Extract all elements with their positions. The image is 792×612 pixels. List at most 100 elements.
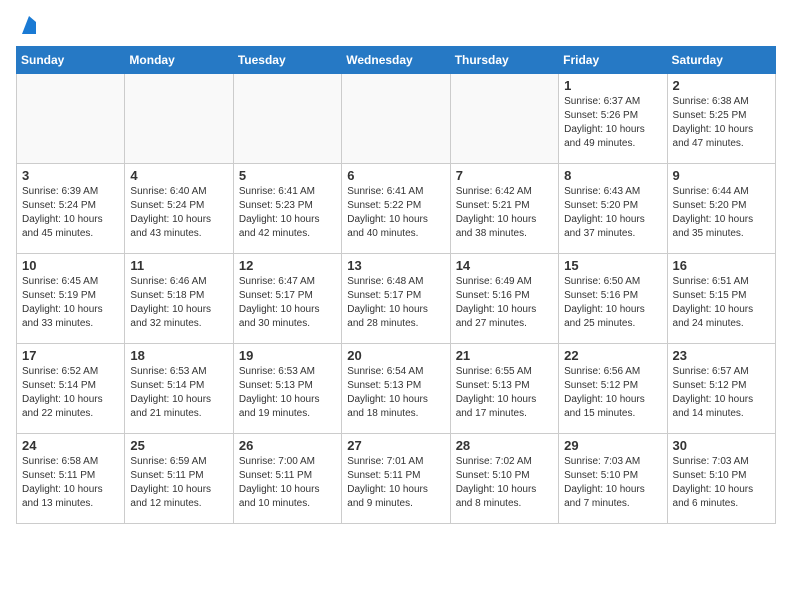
day-info: Sunrise: 6:50 AM Sunset: 5:16 PM Dayligh…	[564, 275, 661, 331]
calendar-cell: 22Sunrise: 6:56 AM Sunset: 5:12 PM Dayli…	[559, 344, 667, 434]
calendar-week-2: 3 Sunrise: 6:39 AM Sunset: 5:24 PM Daylig…	[17, 164, 776, 254]
day-info: Sunrise: 6:47 AM Sunset: 5:17 PM Dayligh…	[239, 275, 336, 331]
logo	[16, 16, 40, 36]
calendar-cell: 10 Sunrise: 6:45 AM Sunset: 5:19 PM Dayli…	[17, 254, 125, 344]
day-info: Sunrise: 7:00 AM Sunset: 5:11 PM Dayligh…	[239, 455, 336, 511]
calendar-cell: 18 Sunrise: 6:53 AM Sunset: 5:14 PM Dayli…	[125, 344, 233, 434]
day-info: Sunrise: 6:53 AM Sunset: 5:14 PM Dayligh…	[130, 365, 227, 421]
day-number: 23	[673, 348, 770, 363]
day-number: 5	[239, 168, 336, 183]
calendar-cell: 13 Sunrise: 6:48 AM Sunset: 5:17 PM Dayli…	[342, 254, 450, 344]
day-number: 26	[239, 438, 336, 453]
day-number: 22	[564, 348, 661, 363]
calendar-cell: 8 Sunrise: 6:43 AM Sunset: 5:20 PM Daylig…	[559, 164, 667, 254]
day-info: Sunrise: 6:39 AM Sunset: 5:24 PM Dayligh…	[22, 185, 119, 241]
calendar-cell: 9Sunrise: 6:44 AM Sunset: 5:20 PM Daylig…	[667, 164, 775, 254]
col-header-saturday: Saturday	[667, 47, 775, 74]
calendar-cell	[342, 74, 450, 164]
day-number: 18	[130, 348, 227, 363]
day-info: Sunrise: 6:40 AM Sunset: 5:24 PM Dayligh…	[130, 185, 227, 241]
calendar-cell: 14 Sunrise: 6:49 AM Sunset: 5:16 PM Dayli…	[450, 254, 558, 344]
day-number: 14	[456, 258, 553, 273]
calendar-cell	[233, 74, 341, 164]
calendar-cell: 21 Sunrise: 6:55 AM Sunset: 5:13 PM Dayli…	[450, 344, 558, 434]
calendar-cell: 15 Sunrise: 6:50 AM Sunset: 5:16 PM Dayli…	[559, 254, 667, 344]
calendar-cell: 20 Sunrise: 6:54 AM Sunset: 5:13 PM Dayli…	[342, 344, 450, 434]
calendar-cell	[125, 74, 233, 164]
calendar-cell: 25 Sunrise: 6:59 AM Sunset: 5:11 PM Dayli…	[125, 434, 233, 524]
day-info: Sunrise: 6:55 AM Sunset: 5:13 PM Dayligh…	[456, 365, 553, 421]
day-info: Sunrise: 6:57 AM Sunset: 5:12 PM Dayligh…	[673, 365, 770, 421]
col-header-wednesday: Wednesday	[342, 47, 450, 74]
day-info: Sunrise: 6:41 AM Sunset: 5:23 PM Dayligh…	[239, 185, 336, 241]
day-number: 30	[673, 438, 770, 453]
day-info: Sunrise: 6:43 AM Sunset: 5:20 PM Dayligh…	[564, 185, 661, 241]
day-number: 6	[347, 168, 444, 183]
calendar-cell: 26 Sunrise: 7:00 AM Sunset: 5:11 PM Dayli…	[233, 434, 341, 524]
day-info: Sunrise: 6:48 AM Sunset: 5:17 PM Dayligh…	[347, 275, 444, 331]
day-info: Sunrise: 7:03 AM Sunset: 5:10 PM Dayligh…	[673, 455, 770, 511]
calendar-cell	[450, 74, 558, 164]
day-number: 25	[130, 438, 227, 453]
calendar-cell: 2Sunrise: 6:38 AM Sunset: 5:25 PM Daylig…	[667, 74, 775, 164]
day-number: 27	[347, 438, 444, 453]
calendar-week-5: 24 Sunrise: 6:58 AM Sunset: 5:11 PM Dayli…	[17, 434, 776, 524]
day-number: 2	[673, 78, 770, 93]
header	[16, 16, 776, 36]
day-number: 29	[564, 438, 661, 453]
day-number: 20	[347, 348, 444, 363]
calendar-table: SundayMondayTuesdayWednesdayThursdayFrid…	[16, 46, 776, 524]
day-number: 15	[564, 258, 661, 273]
day-number: 21	[456, 348, 553, 363]
day-info: Sunrise: 6:53 AM Sunset: 5:13 PM Dayligh…	[239, 365, 336, 421]
day-number: 3	[22, 168, 119, 183]
day-number: 7	[456, 168, 553, 183]
day-info: Sunrise: 6:49 AM Sunset: 5:16 PM Dayligh…	[456, 275, 553, 331]
day-number: 24	[22, 438, 119, 453]
calendar-header-row: SundayMondayTuesdayWednesdayThursdayFrid…	[17, 47, 776, 74]
calendar-cell: 1 Sunrise: 6:37 AM Sunset: 5:26 PM Daylig…	[559, 74, 667, 164]
calendar-cell: 12Sunrise: 6:47 AM Sunset: 5:17 PM Dayli…	[233, 254, 341, 344]
calendar-cell: 30 Sunrise: 7:03 AM Sunset: 5:10 PM Dayli…	[667, 434, 775, 524]
day-info: Sunrise: 6:44 AM Sunset: 5:20 PM Dayligh…	[673, 185, 770, 241]
calendar-cell: 5 Sunrise: 6:41 AM Sunset: 5:23 PM Daylig…	[233, 164, 341, 254]
day-info: Sunrise: 7:02 AM Sunset: 5:10 PM Dayligh…	[456, 455, 553, 511]
day-info: Sunrise: 7:01 AM Sunset: 5:11 PM Dayligh…	[347, 455, 444, 511]
calendar-cell: 29 Sunrise: 7:03 AM Sunset: 5:10 PM Dayli…	[559, 434, 667, 524]
day-number: 16	[673, 258, 770, 273]
col-header-sunday: Sunday	[17, 47, 125, 74]
day-number: 17	[22, 348, 119, 363]
col-header-monday: Monday	[125, 47, 233, 74]
calendar-cell: 11Sunrise: 6:46 AM Sunset: 5:18 PM Dayli…	[125, 254, 233, 344]
day-number: 13	[347, 258, 444, 273]
calendar-cell: 17 Sunrise: 6:52 AM Sunset: 5:14 PM Dayli…	[17, 344, 125, 434]
day-info: Sunrise: 6:52 AM Sunset: 5:14 PM Dayligh…	[22, 365, 119, 421]
logo-icon	[18, 14, 40, 36]
calendar-week-1: 1 Sunrise: 6:37 AM Sunset: 5:26 PM Daylig…	[17, 74, 776, 164]
calendar-cell: 23 Sunrise: 6:57 AM Sunset: 5:12 PM Dayli…	[667, 344, 775, 434]
calendar-cell: 6 Sunrise: 6:41 AM Sunset: 5:22 PM Daylig…	[342, 164, 450, 254]
day-info: Sunrise: 7:03 AM Sunset: 5:10 PM Dayligh…	[564, 455, 661, 511]
day-info: Sunrise: 6:54 AM Sunset: 5:13 PM Dayligh…	[347, 365, 444, 421]
calendar-week-4: 17 Sunrise: 6:52 AM Sunset: 5:14 PM Dayli…	[17, 344, 776, 434]
day-info: Sunrise: 6:37 AM Sunset: 5:26 PM Dayligh…	[564, 95, 661, 151]
day-number: 11	[130, 258, 227, 273]
calendar-cell: 24 Sunrise: 6:58 AM Sunset: 5:11 PM Dayli…	[17, 434, 125, 524]
day-info: Sunrise: 6:42 AM Sunset: 5:21 PM Dayligh…	[456, 185, 553, 241]
calendar-cell: 19Sunrise: 6:53 AM Sunset: 5:13 PM Dayli…	[233, 344, 341, 434]
calendar-week-3: 10 Sunrise: 6:45 AM Sunset: 5:19 PM Dayli…	[17, 254, 776, 344]
day-info: Sunrise: 6:41 AM Sunset: 5:22 PM Dayligh…	[347, 185, 444, 241]
day-info: Sunrise: 6:59 AM Sunset: 5:11 PM Dayligh…	[130, 455, 227, 511]
col-header-thursday: Thursday	[450, 47, 558, 74]
day-number: 8	[564, 168, 661, 183]
day-info: Sunrise: 6:45 AM Sunset: 5:19 PM Dayligh…	[22, 275, 119, 331]
day-info: Sunrise: 6:58 AM Sunset: 5:11 PM Dayligh…	[22, 455, 119, 511]
calendar-cell: 4 Sunrise: 6:40 AM Sunset: 5:24 PM Daylig…	[125, 164, 233, 254]
calendar-cell: 28Sunrise: 7:02 AM Sunset: 5:10 PM Dayli…	[450, 434, 558, 524]
col-header-tuesday: Tuesday	[233, 47, 341, 74]
day-number: 4	[130, 168, 227, 183]
calendar-cell	[17, 74, 125, 164]
day-number: 1	[564, 78, 661, 93]
calendar-cell: 7 Sunrise: 6:42 AM Sunset: 5:21 PM Daylig…	[450, 164, 558, 254]
day-number: 10	[22, 258, 119, 273]
